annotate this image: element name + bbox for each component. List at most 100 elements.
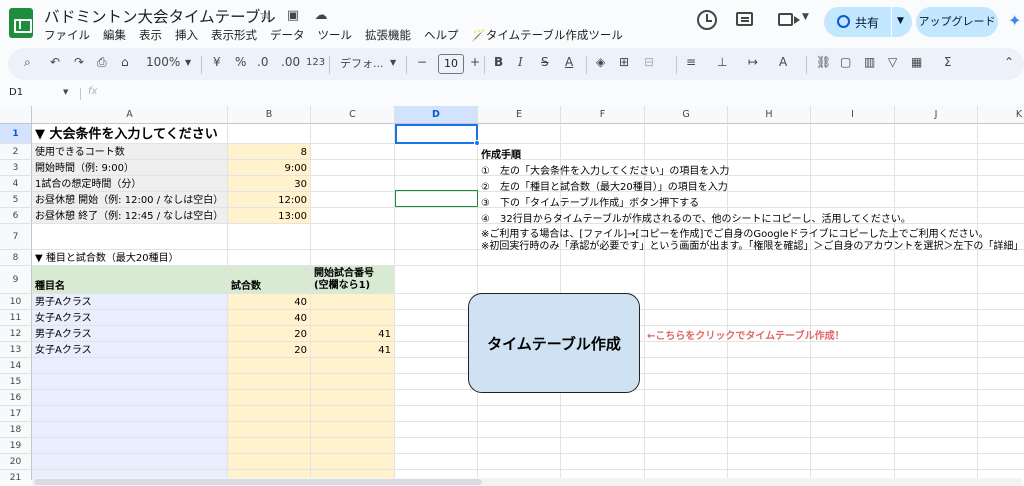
cell-b9[interactable]: 試合数	[228, 266, 311, 294]
scrollbar-thumb[interactable]	[34, 479, 482, 485]
row-header-20[interactable]: 20	[0, 454, 32, 470]
vertical-align-icon[interactable]: ⊥	[717, 55, 727, 69]
merge-cells-icon[interactable]: ⊟	[644, 55, 654, 69]
cell-a8[interactable]: ▼ 種目と試合数（最大20種目）	[32, 250, 395, 266]
font-size-input[interactable]: 10	[438, 54, 464, 74]
percent-format-button[interactable]: %	[235, 55, 246, 69]
cell-c12[interactable]: 41	[311, 326, 395, 342]
cell-a9[interactable]: 種目名	[32, 266, 228, 294]
row-header-11[interactable]: 11	[0, 310, 32, 326]
cell-a16[interactable]	[32, 390, 228, 406]
version-history-icon[interactable]	[697, 10, 717, 30]
menu-data[interactable]: データ	[270, 27, 305, 43]
column-header-i[interactable]: I	[811, 106, 895, 124]
column-header-g[interactable]: G	[645, 106, 728, 124]
cell-c19[interactable]	[311, 438, 395, 454]
upgrade-button[interactable]: アップグレード	[916, 7, 998, 37]
chevron-down-icon[interactable]: ▼	[390, 58, 396, 67]
row-header-18[interactable]: 18	[0, 422, 32, 438]
row-header-14[interactable]: 14	[0, 358, 32, 374]
cell-b20[interactable]	[228, 454, 311, 470]
print-icon[interactable]: ⎙	[97, 55, 107, 70]
chevron-down-icon[interactable]: ▼	[185, 58, 191, 67]
chevron-down-icon[interactable]: ▼	[897, 16, 904, 26]
comments-icon[interactable]	[736, 12, 753, 26]
column-header-j[interactable]: J	[895, 106, 978, 124]
filter-icon[interactable]: ▽	[888, 55, 897, 69]
fill-handle[interactable]	[474, 140, 480, 146]
increase-decimal-button[interactable]: .00	[281, 55, 300, 69]
row-header-17[interactable]: 17	[0, 406, 32, 422]
row-header-8[interactable]: 8	[0, 250, 32, 266]
cell-b11[interactable]: 40	[228, 310, 311, 326]
text-color-button[interactable]: A	[565, 55, 573, 69]
filter-views-icon[interactable]: ▦	[911, 55, 922, 69]
cell-b19[interactable]	[228, 438, 311, 454]
search-icon[interactable]: ⌕	[24, 55, 31, 70]
menu-timetable-tool[interactable]: 🪄タイムテーブル作成ツール	[472, 27, 623, 43]
cell-a17[interactable]	[32, 406, 228, 422]
gemini-icon[interactable]: ✦	[1008, 13, 1022, 29]
row-header-7[interactable]: 7	[0, 224, 32, 250]
redo-icon[interactable]: ↷	[74, 55, 84, 69]
text-wrap-icon[interactable]: ↦	[748, 55, 758, 69]
horizontal-align-icon[interactable]: ≡	[686, 55, 696, 69]
text-rotation-icon[interactable]: A	[779, 55, 787, 69]
zoom-select[interactable]: 100%	[146, 55, 180, 69]
cell-b16[interactable]	[228, 390, 311, 406]
cell-a18[interactable]	[32, 422, 228, 438]
cell-c20[interactable]	[311, 454, 395, 470]
cell-b14[interactable]	[228, 358, 311, 374]
chevron-down-icon[interactable]: ▼	[802, 12, 809, 22]
cell-b17[interactable]	[228, 406, 311, 422]
document-title[interactable]: バドミントン大会タイムテーブル	[44, 5, 276, 27]
undo-icon[interactable]: ↶	[50, 55, 60, 69]
cell-a19[interactable]	[32, 438, 228, 454]
row-header-5[interactable]: 5	[0, 192, 32, 208]
collapse-menu-icon[interactable]: ⌃	[1004, 55, 1014, 69]
row-header-13[interactable]: 13	[0, 342, 32, 358]
menu-edit[interactable]: 編集	[103, 27, 126, 43]
cell-c15[interactable]	[311, 374, 395, 390]
star-icon[interactable]: ☆	[257, 8, 273, 23]
cell-a1[interactable]: ▼ 大会条件を入力してください	[32, 124, 395, 144]
row-header-15[interactable]: 15	[0, 374, 32, 390]
row-header-21[interactable]: 21	[0, 470, 32, 480]
borders-icon[interactable]: ⊞	[619, 55, 629, 69]
cell-a20[interactable]	[32, 454, 228, 470]
cell-b18[interactable]	[228, 422, 311, 438]
horizontal-scrollbar[interactable]	[32, 478, 1022, 486]
cell-b12[interactable]: 20	[228, 326, 311, 342]
column-header-k[interactable]: K	[978, 106, 1024, 124]
row-header-1[interactable]: 1	[0, 124, 32, 144]
cell-a2[interactable]: 使用できるコート数	[32, 144, 228, 160]
menu-format[interactable]: 表示形式	[211, 27, 257, 43]
select-all-corner[interactable]	[0, 106, 32, 124]
cell-b15[interactable]	[228, 374, 311, 390]
strikethrough-button[interactable]: S	[541, 55, 549, 69]
decrease-decimal-button[interactable]: .0	[257, 55, 268, 69]
cell-b4[interactable]: 30	[228, 176, 311, 192]
column-header-d[interactable]: D	[395, 106, 478, 124]
cell-b3[interactable]: 9:00	[228, 160, 311, 176]
insert-link-icon[interactable]: ⛓	[816, 55, 831, 69]
cloud-status-icon[interactable]: ☁	[313, 8, 329, 23]
row-header-2[interactable]: 2	[0, 144, 32, 160]
bold-button[interactable]: B	[494, 55, 503, 69]
row-header-19[interactable]: 19	[0, 438, 32, 454]
row-header-10[interactable]: 10	[0, 294, 32, 310]
row-header-9[interactable]: 9	[0, 266, 32, 294]
column-header-c[interactable]: C	[311, 106, 395, 124]
cell-b6[interactable]: 13:00	[228, 208, 311, 224]
cell-c11[interactable]	[311, 310, 395, 326]
cell-a12[interactable]: 男子Aクラス	[32, 326, 228, 342]
cell-c13[interactable]: 41	[311, 342, 395, 358]
cell-a15[interactable]	[32, 374, 228, 390]
meet-icon[interactable]	[778, 13, 800, 26]
decrease-font-size-button[interactable]: −	[417, 55, 427, 69]
cell-a11[interactable]: 女子Aクラス	[32, 310, 228, 326]
cell-c17[interactable]	[311, 406, 395, 422]
menu-extensions[interactable]: 拡張機能	[365, 27, 411, 43]
create-timetable-button[interactable]: タイムテーブル作成	[468, 293, 640, 393]
cell-a10[interactable]: 男子Aクラス	[32, 294, 228, 310]
